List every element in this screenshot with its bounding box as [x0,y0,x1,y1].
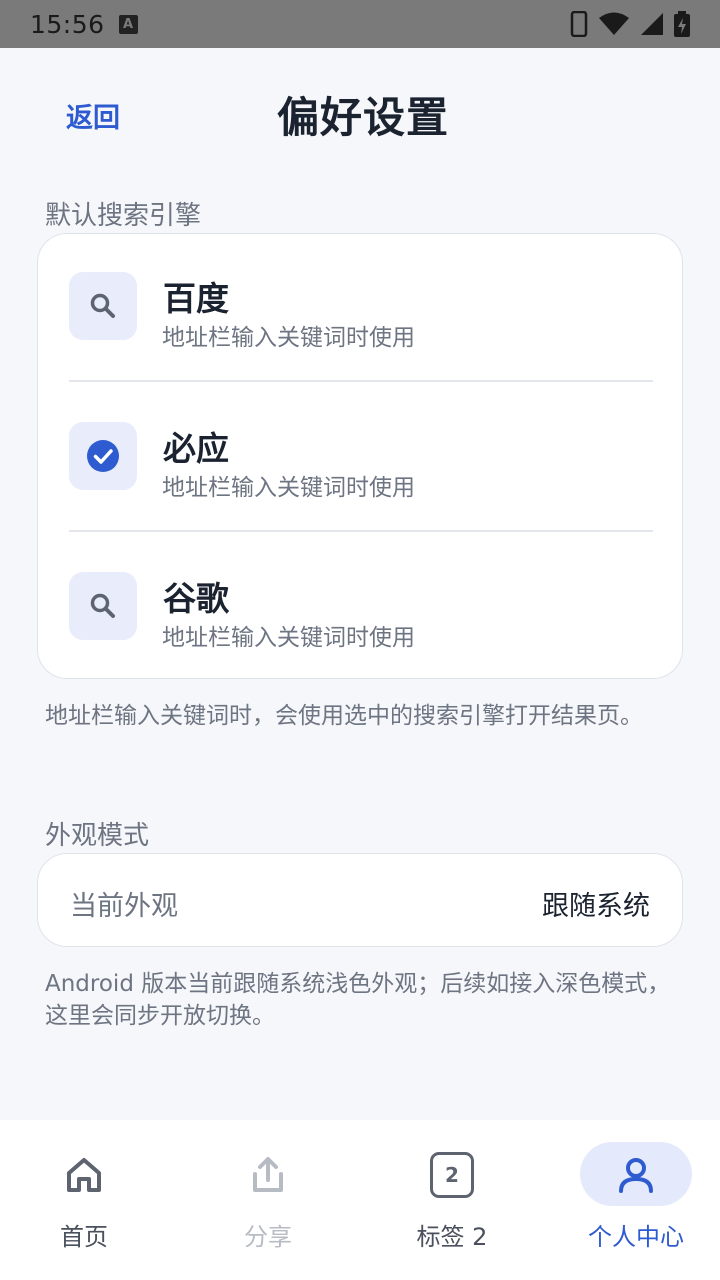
engine-icon-tile [69,422,137,490]
search-engine-note: 地址栏输入关键词时，会使用选中的搜索引擎打开结果页。 [45,703,643,729]
status-bar: 15:56 A [0,0,720,48]
divider [69,530,653,532]
tabs-icon: 2 [430,1152,474,1198]
search-engine-card: 百度 地址栏输入关键词时使用 必应 地址栏输入关键词时使用 谷歌 地址栏输入关键… [37,233,683,679]
preferences-page: 返回 偏好设置 默认搜索引擎 百度 地址栏输入关键词时使用 必应 地址栏输入关键… [0,48,720,1120]
engine-description: 地址栏输入关键词时使用 [162,625,415,651]
appearance-note: Android 版本当前跟随系统浅色外观；后续如接入深色模式，这里会同步开放切换… [45,971,671,1029]
nav-label-share: 分享 [244,1223,292,1251]
appearance-label: 当前外观 [70,891,178,922]
person-icon [614,1153,658,1197]
phone-vibrate-icon [570,11,588,37]
appearance-value: 跟随系统 [542,891,650,922]
nav-item-tabs[interactable]: 2 标签 2 [362,1120,542,1280]
status-time: 15:56 [30,9,105,39]
nav-label-tabs: 标签 2 [416,1223,488,1251]
search-engine-section-label: 默认搜索引擎 [45,201,202,231]
engine-name: 必应 [163,429,229,468]
signal-icon [641,13,663,35]
search-icon [90,293,115,318]
engine-icon-tile [69,572,137,640]
engine-description: 地址栏输入关键词时使用 [162,475,415,501]
nav-item-profile[interactable]: 个人中心 [546,1120,720,1280]
engine-description: 地址栏输入关键词时使用 [162,325,415,351]
share-icon [246,1153,290,1197]
search-icon [90,593,115,618]
appearance-section-label: 外观模式 [45,821,150,851]
page-title: 偏好设置 [276,93,449,142]
bottom-navigation: 首页 分享 2 标签 2 个人中心 [0,1120,720,1280]
engine-option-google[interactable]: 谷歌 地址栏输入关键词时使用 [38,534,684,684]
battery-charging-icon [674,11,690,37]
engine-option-baidu[interactable]: 百度 地址栏输入关键词时使用 [38,234,684,384]
header: 返回 偏好设置 [0,48,720,178]
check-circle-icon [87,440,119,472]
appearance-card[interactable]: 当前外观 跟随系统 [37,853,683,947]
tabs-count-badge: 2 [430,1152,474,1198]
engine-option-bing[interactable]: 必应 地址栏输入关键词时使用 [38,384,684,534]
nav-item-share[interactable]: 分享 [178,1120,358,1280]
nav-label-home: 首页 [60,1223,108,1251]
notification-a-icon: A [118,14,138,34]
engine-name: 百度 [163,279,229,318]
status-icons [570,11,690,37]
home-icon [62,1153,106,1197]
engine-name: 谷歌 [163,579,229,618]
nav-label-profile: 个人中心 [588,1223,684,1251]
wifi-icon [599,12,629,35]
divider [69,380,653,382]
engine-icon-tile [69,272,137,340]
nav-item-home[interactable]: 首页 [0,1120,174,1280]
